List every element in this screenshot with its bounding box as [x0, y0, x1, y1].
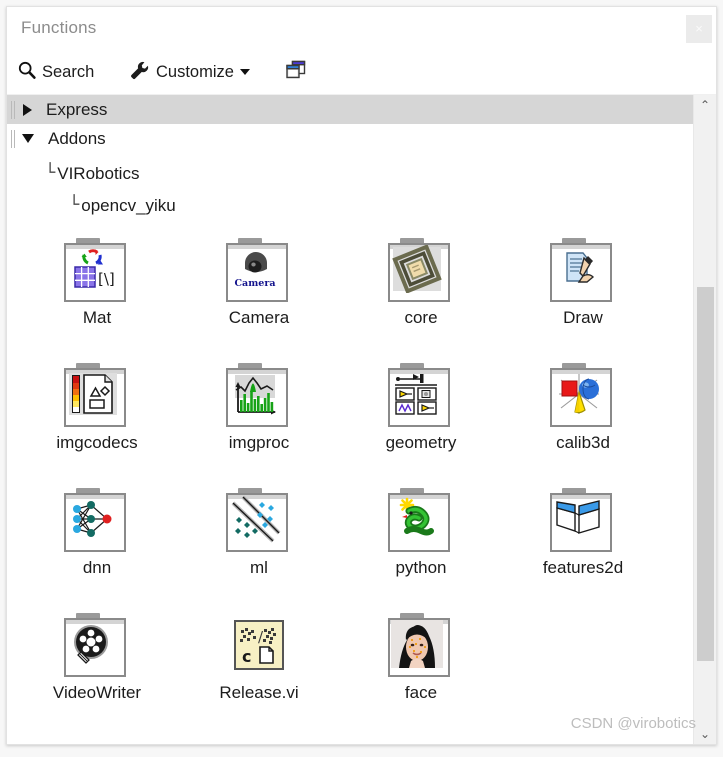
functions-palette-window: Functions × Search Customize Express Add…	[0, 0, 723, 757]
palette-item-videowriter[interactable]: VideoWriter	[32, 613, 162, 703]
svg-text:Camera: Camera	[235, 278, 276, 289]
palette-caption: calib3d	[556, 433, 610, 452]
customize-label: Customize	[156, 62, 234, 81]
palette-item-python[interactable]: python	[356, 488, 486, 578]
search-icon	[17, 60, 37, 85]
palette-caption: ml	[250, 558, 268, 577]
tree-label-opencv-yiku: opencv_yiku	[81, 196, 176, 215]
palette-item-draw[interactable]: Draw	[518, 238, 648, 328]
palette-caption: face	[404, 683, 438, 702]
palette-item-ml[interactable]: ml	[194, 488, 324, 578]
search-label: Search	[42, 62, 95, 81]
geometry-folder-icon	[388, 363, 454, 429]
tree-label-addons: Addons	[48, 128, 106, 148]
svg-text:[\]: [\]	[98, 270, 115, 288]
wrench-icon	[129, 60, 151, 85]
imgproc-folder-icon	[226, 363, 292, 429]
toolbar: Search Customize	[7, 51, 716, 95]
mat-folder-icon: [\]	[64, 238, 130, 304]
palette-item-features2d[interactable]: features2d	[518, 488, 648, 578]
svg-text:/: /	[258, 628, 264, 646]
tree-row-addons[interactable]: Addons	[7, 124, 694, 153]
search-button[interactable]: Search	[17, 58, 94, 86]
window-frame: Functions × Search Customize Express Add…	[6, 6, 717, 745]
palette-item-release-vi[interactable]: / c Release.vi	[194, 613, 324, 703]
tree-label-express: Express	[46, 99, 108, 119]
title-bar: Functions ×	[7, 7, 716, 51]
palette-item-face[interactable]: face	[356, 613, 486, 703]
restore-window-button[interactable]	[284, 58, 308, 86]
customize-menu-button[interactable]: Customize	[129, 58, 250, 86]
window-title: Functions	[21, 18, 97, 37]
tree-elbow-icon: └	[69, 195, 80, 215]
palette-item-imgcodecs[interactable]: imgcodecs	[32, 363, 162, 453]
svg-text:c: c	[242, 647, 251, 666]
palette-caption: imgcodecs	[56, 433, 138, 452]
grid-row: imgcodecs imgproc geometry calib3d	[7, 363, 694, 488]
palette-caption: dnn	[82, 558, 112, 577]
tree-label-virobotics: VIRobotics	[57, 164, 140, 183]
imgcodecs-folder-icon	[64, 363, 130, 429]
palette-caption: features2d	[542, 558, 624, 577]
grid-row: dnn ml python features2d	[7, 488, 694, 613]
python-folder-icon	[388, 488, 454, 554]
videowriter-folder-icon	[64, 613, 130, 679]
palette-item-geometry[interactable]: geometry	[356, 363, 486, 453]
scroll-down-arrow-icon[interactable]: ⌄	[694, 724, 716, 744]
face-folder-icon	[388, 613, 454, 679]
palette-item-core[interactable]: core	[356, 238, 486, 328]
triangle-down-icon[interactable]	[22, 134, 34, 143]
tree-row-virobotics[interactable]: └ VIRobotics	[7, 153, 694, 185]
palette-item-mat[interactable]: [\] Mat	[32, 238, 162, 328]
dnn-folder-icon	[64, 488, 130, 554]
palette-caption: Draw	[563, 308, 603, 327]
calib3d-folder-icon	[550, 363, 616, 429]
features2d-folder-icon	[550, 488, 616, 554]
vertical-scrollbar[interactable]: ⌃ ⌄	[693, 95, 716, 744]
palette-caption: Camera	[228, 308, 290, 327]
palette-item-dnn[interactable]: dnn	[32, 488, 162, 578]
palette-caption: python	[395, 558, 447, 577]
palette-tree: Express Addons └ VIRobotics └ opencv_yik…	[7, 95, 694, 217]
palette-caption: imgproc	[228, 433, 290, 452]
ml-folder-icon	[226, 488, 292, 554]
close-button[interactable]: ×	[686, 15, 712, 43]
scrollbar-thumb[interactable]	[697, 287, 714, 661]
palette-caption: Mat	[82, 308, 112, 327]
core-folder-icon	[388, 238, 454, 304]
chevron-down-icon	[239, 69, 250, 75]
palette-item-imgproc[interactable]: imgproc	[194, 363, 324, 453]
triangle-right-icon[interactable]	[23, 103, 32, 116]
palette-caption: Release.vi	[219, 683, 299, 702]
grid-row: VideoWriter / c Release.vi face	[7, 613, 694, 738]
palette-caption: geometry	[385, 433, 457, 452]
grid-row: [\] Mat Camera Camera core Draw	[7, 238, 694, 363]
restore-window-icon	[284, 59, 308, 86]
tree-elbow-icon: └	[45, 163, 56, 183]
scroll-up-arrow-icon[interactable]: ⌃	[694, 95, 716, 115]
tree-row-express[interactable]: Express	[7, 95, 694, 124]
palette-caption: core	[404, 308, 438, 327]
drag-grip-icon	[11, 129, 17, 148]
palette-item-camera[interactable]: Camera Camera	[194, 238, 324, 328]
palette-caption: VideoWriter	[52, 683, 142, 702]
draw-folder-icon	[550, 238, 616, 304]
palette-icon-grid: [\] Mat Camera Camera core Draw imgcodec…	[7, 238, 694, 738]
drag-grip-icon	[11, 100, 17, 119]
release-vi-icon: / c	[226, 613, 292, 679]
tree-row-opencv-yiku[interactable]: └ opencv_yiku	[7, 185, 694, 217]
palette-item-calib3d[interactable]: calib3d	[518, 363, 648, 453]
camera-folder-icon: Camera	[226, 238, 292, 304]
